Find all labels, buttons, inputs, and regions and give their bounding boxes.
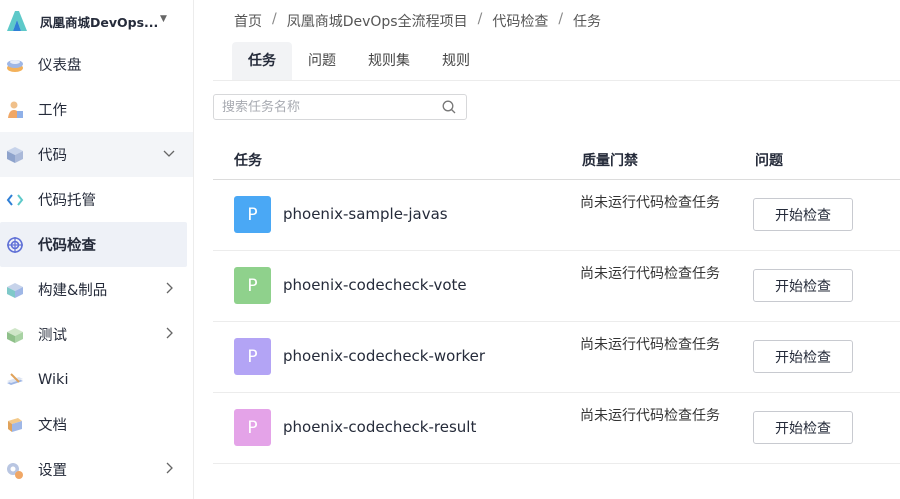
breadcrumb-separator: / (272, 11, 277, 27)
sidebar-item-label: Wiki (38, 371, 69, 388)
project-logo-icon (7, 11, 27, 31)
tab-rules[interactable]: 规则 (426, 42, 486, 80)
docs-icon (4, 414, 26, 436)
breadcrumb: 首页 / 凤凰商城DevOps全流程项目 / 代码检查 / 任务 (234, 11, 601, 31)
task-avatar: P (234, 409, 271, 446)
sidebar-item-code-check[interactable]: 代码检查 (0, 222, 187, 267)
sidebar-item-label: 工作 (38, 103, 67, 119)
search-box (213, 94, 467, 120)
sidebar-item-label: 代码托管 (38, 193, 96, 209)
quality-gate-status: 尚未运行代码检查任务 (580, 408, 720, 424)
table-header: 任务 质量门禁 问题 (213, 141, 900, 180)
sidebar-item-label: 代码 (38, 148, 67, 164)
task-name-link[interactable]: phoenix-codecheck-result (283, 418, 476, 436)
search-icon[interactable] (442, 100, 456, 114)
sidebar-item-docs[interactable]: 文档 (0, 402, 193, 447)
sidebar-item-label: 测试 (38, 328, 67, 344)
table-row: P phoenix-codecheck-worker 尚未运行代码检查任务 开始… (213, 322, 900, 393)
work-icon (4, 99, 26, 121)
build-icon (4, 279, 26, 301)
task-table: 任务 质量门禁 问题 P phoenix-sample-javas 尚未运行代码… (213, 141, 900, 464)
code-icon (4, 144, 26, 166)
sidebar: 凤凰商城DevOps... ▼ 仪表盘 工作 代码 代码托管 代码检查 构建&制… (0, 0, 194, 499)
sidebar-nav: 仪表盘 工作 代码 代码托管 代码检查 构建&制品 测试 Wiki 文档 设置 (0, 42, 193, 492)
quality-gate-status: 尚未运行代码检查任务 (580, 195, 720, 211)
breadcrumb-code-check[interactable]: 代码检查 (492, 11, 548, 31)
task-name-link[interactable]: phoenix-codecheck-worker (283, 347, 485, 365)
chevron-down-icon[interactable] (163, 147, 175, 159)
start-check-button[interactable]: 开始检查 (753, 411, 853, 444)
sidebar-item-label: 构建&制品 (38, 283, 108, 299)
breadcrumb-project[interactable]: 凤凰商城DevOps全流程项目 (287, 11, 468, 31)
task-name-link[interactable]: phoenix-codecheck-vote (283, 276, 467, 294)
project-name: 凤凰商城DevOps... (40, 14, 159, 30)
sidebar-item-label: 代码检查 (38, 238, 96, 254)
table-row: P phoenix-codecheck-vote 尚未运行代码检查任务 开始检查 (213, 251, 900, 322)
code-hosting-icon (4, 189, 26, 211)
project-switcher[interactable]: 凤凰商城DevOps... ▼ (0, 0, 193, 42)
breadcrumb-current: 任务 (573, 14, 602, 30)
task-avatar: P (234, 338, 271, 375)
task-avatar: P (234, 267, 271, 304)
chevron-down-icon[interactable]: ▼ (160, 14, 167, 24)
breadcrumb-home[interactable]: 首页 (234, 11, 262, 31)
sidebar-item-build[interactable]: 构建&制品 (0, 267, 193, 312)
task-avatar: P (234, 196, 271, 233)
chevron-right-icon[interactable] (163, 327, 175, 339)
main-content: 首页 / 凤凰商城DevOps全流程项目 / 代码检查 / 任务 任务 问题 规… (194, 0, 900, 499)
sidebar-item-work[interactable]: 工作 (0, 87, 193, 132)
table-row: P phoenix-codecheck-result 尚未运行代码检查任务 开始… (213, 393, 900, 464)
test-icon (4, 324, 26, 346)
search-input[interactable] (214, 96, 434, 118)
sidebar-item-test[interactable]: 测试 (0, 312, 193, 357)
column-header-quality-gate: 质量门禁 (582, 153, 638, 169)
tab-issues[interactable]: 问题 (292, 42, 352, 80)
breadcrumb-separator: / (477, 11, 483, 27)
dashboard-icon (4, 54, 26, 76)
quality-gate-status: 尚未运行代码检查任务 (580, 266, 720, 282)
settings-icon (4, 459, 26, 481)
table-row: P phoenix-sample-javas 尚未运行代码检查任务 开始检查 (213, 180, 900, 251)
column-header-task: 任务 (234, 153, 262, 169)
code-check-icon (4, 234, 26, 256)
tab-bar: 任务 问题 规则集 规则 (232, 42, 486, 80)
wiki-icon (4, 369, 26, 391)
quality-gate-status: 尚未运行代码检查任务 (580, 337, 720, 353)
sidebar-item-label: 仪表盘 (38, 58, 82, 74)
sidebar-item-code[interactable]: 代码 (0, 132, 193, 177)
sidebar-item-label: 设置 (38, 463, 67, 479)
tab-rulesets[interactable]: 规则集 (352, 42, 426, 80)
tab-divider (213, 80, 900, 81)
column-header-issues: 问题 (755, 153, 783, 169)
sidebar-item-code-hosting[interactable]: 代码托管 (0, 177, 193, 222)
sidebar-item-label: 文档 (38, 418, 67, 434)
app: 凤凰商城DevOps... ▼ 仪表盘 工作 代码 代码托管 代码检查 构建&制… (0, 0, 900, 499)
start-check-button[interactable]: 开始检查 (753, 340, 853, 373)
tab-tasks[interactable]: 任务 (232, 42, 292, 80)
start-check-button[interactable]: 开始检查 (753, 269, 853, 302)
sidebar-item-settings[interactable]: 设置 (0, 447, 193, 492)
chevron-right-icon[interactable] (163, 462, 175, 474)
breadcrumb-separator: / (558, 11, 564, 27)
start-check-button[interactable]: 开始检查 (753, 198, 853, 231)
task-name-link[interactable]: phoenix-sample-javas (283, 205, 448, 223)
sidebar-item-dashboard[interactable]: 仪表盘 (0, 42, 193, 87)
chevron-right-icon[interactable] (163, 282, 175, 294)
sidebar-item-wiki[interactable]: Wiki (0, 357, 193, 402)
